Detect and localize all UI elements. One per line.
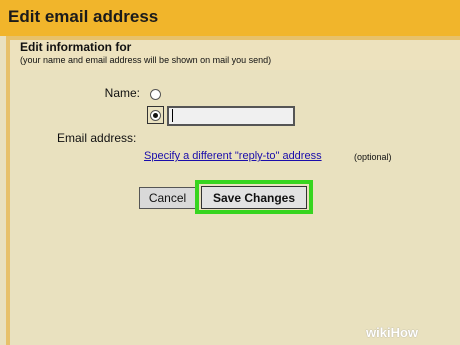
email-label: Email address: bbox=[57, 131, 137, 145]
cancel-button[interactable]: Cancel bbox=[139, 187, 196, 209]
name-label: Name: bbox=[104, 86, 140, 100]
title-bar: Edit email address bbox=[0, 0, 460, 36]
name-input[interactable] bbox=[167, 106, 295, 126]
window-title: Edit email address bbox=[8, 7, 159, 26]
save-changes-button[interactable]: Save Changes bbox=[201, 186, 307, 209]
name-radio-custom[interactable] bbox=[150, 110, 161, 121]
replyto-link[interactable]: Specify a different "reply-to" address bbox=[144, 150, 322, 162]
name-radio-default[interactable] bbox=[150, 89, 161, 100]
wikihow-watermark: wikiHow bbox=[366, 325, 419, 340]
section-header: Edit information for (your name and emai… bbox=[10, 40, 460, 70]
section-heading: Edit information for bbox=[20, 40, 132, 54]
section-subheading: (your name and email address will be sho… bbox=[20, 55, 272, 65]
optional-note: (optional) bbox=[354, 152, 392, 162]
text-caret bbox=[172, 109, 173, 122]
